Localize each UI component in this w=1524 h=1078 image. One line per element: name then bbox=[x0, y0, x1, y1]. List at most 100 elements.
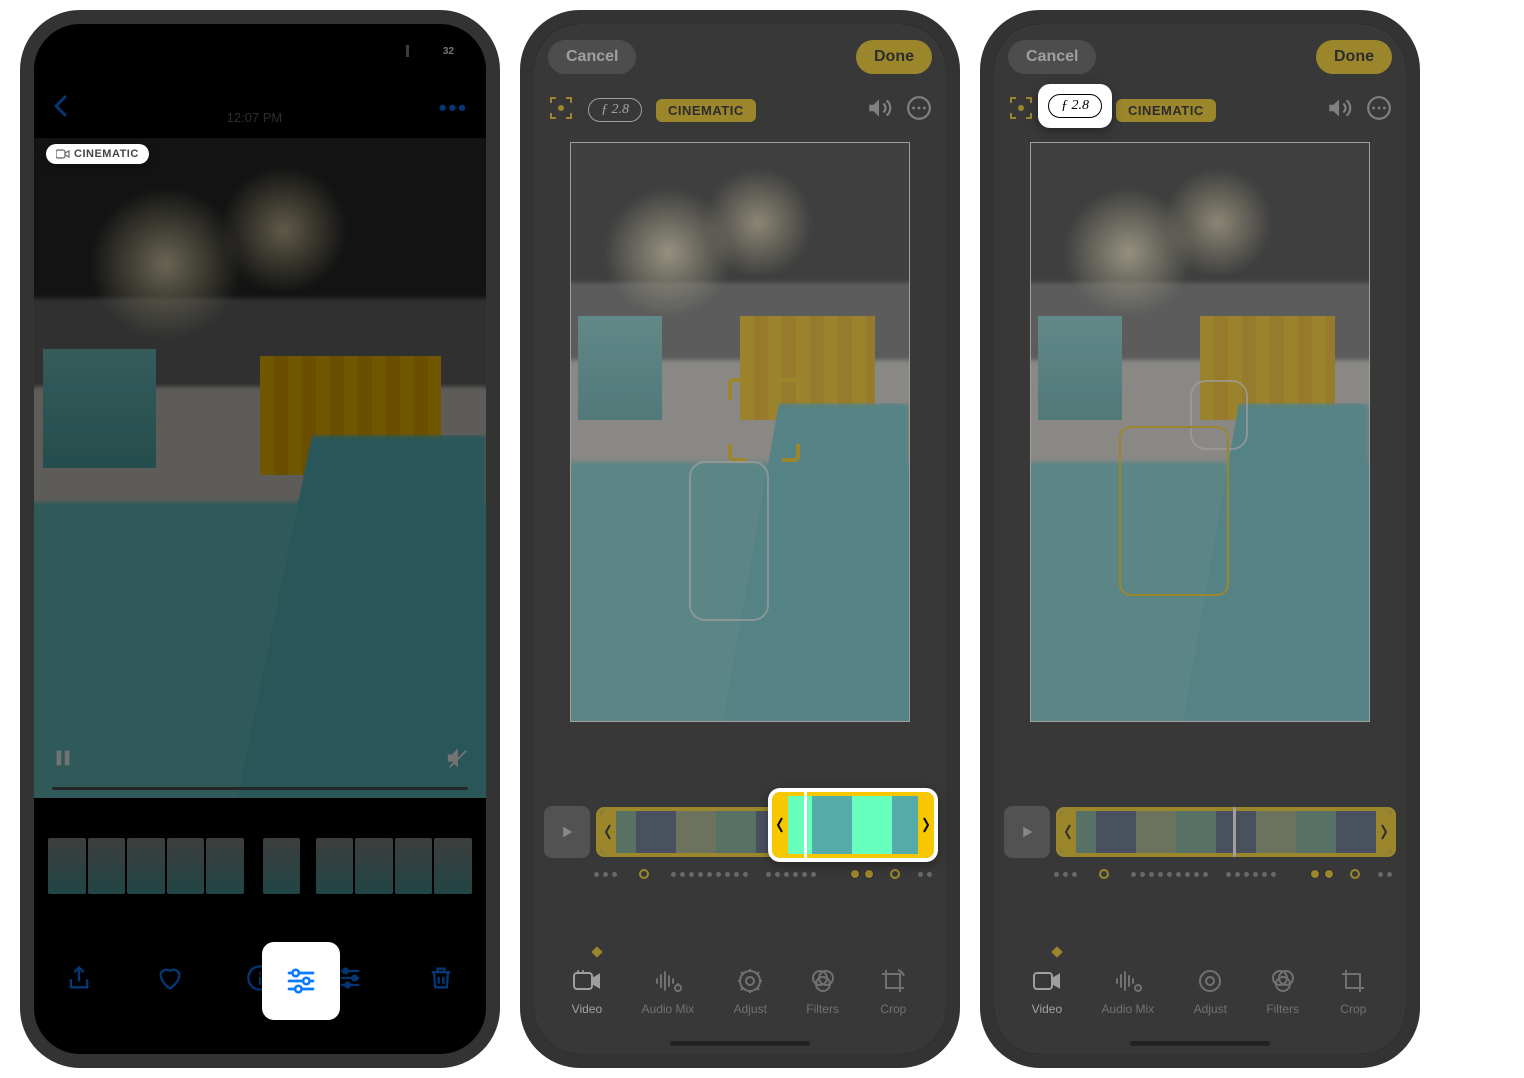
playback-controls bbox=[52, 747, 468, 774]
timeline-strip[interactable] bbox=[1056, 807, 1396, 857]
editor-tools-row: ƒ 2.8 CINEMATIC bbox=[534, 88, 946, 132]
video-icon bbox=[572, 966, 602, 996]
tab-filters[interactable]: Filters bbox=[1266, 966, 1299, 1016]
screenshot-editor-timeline: Cancel Done ƒ 2.8 CINEMATIC bbox=[520, 10, 960, 1068]
preview-media[interactable] bbox=[34, 138, 486, 798]
tab-adjust[interactable]: Adjust bbox=[734, 966, 767, 1016]
tab-video[interactable]: Video bbox=[1032, 966, 1062, 1016]
crop-icon bbox=[1338, 966, 1368, 996]
mode-pill[interactable]: CINEMATIC bbox=[1116, 99, 1216, 122]
preview-frame[interactable] bbox=[1030, 142, 1370, 722]
nav-bar: Today 12:07 PM ••• bbox=[34, 78, 486, 138]
editor-tabs: Video Audio Mix Adjust Filters Crop bbox=[994, 966, 1406, 1016]
tab-video-label: Video bbox=[572, 1002, 602, 1016]
active-tab-indicator bbox=[1052, 946, 1063, 957]
focus-rect-primary[interactable] bbox=[730, 380, 798, 460]
trim-handle-right[interactable] bbox=[1376, 811, 1392, 853]
subtitle-text: 12:07 PM bbox=[227, 111, 283, 125]
status-time: 12:28 bbox=[74, 41, 117, 61]
filters-icon bbox=[808, 966, 838, 996]
pause-button[interactable] bbox=[52, 747, 74, 774]
keyframe-dots bbox=[1054, 864, 1392, 884]
battery-level: 32 bbox=[439, 45, 458, 58]
playhead[interactable] bbox=[1233, 807, 1236, 857]
tab-crop[interactable]: Crop bbox=[878, 966, 908, 1016]
delete-button[interactable] bbox=[421, 958, 461, 998]
cinematic-badge: CINEMATIC bbox=[46, 144, 149, 164]
tab-adjust-label: Adjust bbox=[1194, 1002, 1227, 1016]
done-button[interactable]: Done bbox=[856, 40, 932, 74]
screenshot-editor-fstop: Cancel Done ƒ 2.8 CINEMATIC bbox=[980, 10, 1420, 1068]
mode-pill[interactable]: CINEMATIC bbox=[656, 99, 756, 122]
crop-icon bbox=[878, 966, 908, 996]
fstop-value-highlight: ƒ 2.8 bbox=[1061, 98, 1089, 114]
tab-video[interactable]: Video bbox=[572, 966, 602, 1016]
play-button[interactable] bbox=[1004, 806, 1050, 858]
tab-filters[interactable]: Filters bbox=[806, 966, 839, 1016]
tab-audiomix[interactable]: Audio Mix bbox=[642, 966, 695, 1016]
bottom-toolbar bbox=[34, 938, 486, 1018]
scrubber[interactable] bbox=[52, 787, 468, 790]
highlight-timeline-segment bbox=[768, 788, 938, 862]
home-indicator bbox=[670, 1041, 810, 1046]
timeline bbox=[1004, 806, 1396, 858]
cinematic-badge-text: CINEMATIC bbox=[74, 148, 139, 160]
filters-icon bbox=[1268, 966, 1298, 996]
fstop-value: ƒ 2.8 bbox=[601, 102, 629, 118]
sound-button[interactable] bbox=[1326, 95, 1352, 126]
cancel-button[interactable]: Cancel bbox=[548, 40, 636, 74]
focus-rect-main[interactable] bbox=[1119, 426, 1229, 596]
audio-icon bbox=[653, 966, 683, 996]
home-indicator bbox=[1130, 1041, 1270, 1046]
focus-tracking-icon[interactable] bbox=[548, 95, 574, 126]
status-indicators: 32 bbox=[391, 45, 458, 58]
screenshot-viewer: 12:28 32 Today 12:07 PM ••• bbox=[20, 10, 500, 1068]
trim-frame[interactable] bbox=[1056, 807, 1396, 857]
done-button[interactable]: Done bbox=[1316, 40, 1392, 74]
tab-audiomix-label: Audio Mix bbox=[1102, 1002, 1155, 1016]
edit-sliders-icon bbox=[282, 965, 320, 997]
tab-video-label: Video bbox=[1032, 1002, 1062, 1016]
focus-rect-secondary[interactable] bbox=[689, 461, 769, 621]
play-button[interactable] bbox=[544, 806, 590, 858]
tab-crop-label: Crop bbox=[1340, 1002, 1366, 1016]
nav-title: Today 12:07 PM bbox=[227, 91, 283, 125]
highlight-edit-button bbox=[262, 942, 340, 1020]
home-indicator bbox=[190, 1041, 330, 1046]
status-bar: 12:28 32 bbox=[34, 24, 486, 78]
back-button[interactable] bbox=[52, 94, 70, 123]
tab-audiomix-label: Audio Mix bbox=[642, 1002, 695, 1016]
fstop-pill-highlight: ƒ 2.8 bbox=[1048, 94, 1102, 118]
audio-icon bbox=[1113, 966, 1143, 996]
editor-top-bar: Cancel Done bbox=[994, 34, 1406, 80]
tab-crop[interactable]: Crop bbox=[1338, 966, 1368, 1016]
tab-audiomix[interactable]: Audio Mix bbox=[1102, 966, 1155, 1016]
tab-filters-label: Filters bbox=[1266, 1002, 1299, 1016]
mute-button[interactable] bbox=[446, 747, 468, 774]
favorite-button[interactable] bbox=[150, 958, 190, 998]
focus-tracking-icon[interactable] bbox=[1008, 95, 1034, 126]
more-button[interactable]: ••• bbox=[439, 95, 468, 121]
tab-filters-label: Filters bbox=[806, 1002, 839, 1016]
video-icon bbox=[1032, 966, 1062, 996]
more-options-button[interactable] bbox=[906, 95, 932, 126]
wifi-icon bbox=[415, 45, 433, 57]
fstop-button[interactable]: ƒ 2.8 bbox=[588, 98, 642, 122]
share-button[interactable] bbox=[59, 958, 99, 998]
sound-button[interactable] bbox=[866, 95, 892, 126]
adjust-icon bbox=[735, 966, 765, 996]
editor-top-bar: Cancel Done bbox=[534, 34, 946, 80]
thumbnail-strip[interactable] bbox=[48, 838, 472, 894]
adjust-icon bbox=[1195, 966, 1225, 996]
cellular-icon bbox=[391, 45, 409, 57]
editor-tabs: Video Audio Mix Adjust Filters Crop bbox=[534, 966, 946, 1016]
preview-frame[interactable] bbox=[570, 142, 910, 722]
tab-adjust[interactable]: Adjust bbox=[1194, 966, 1227, 1016]
cancel-button[interactable]: Cancel bbox=[1008, 40, 1096, 74]
trim-handle-left[interactable] bbox=[1060, 811, 1076, 853]
more-options-button[interactable] bbox=[1366, 95, 1392, 126]
tab-adjust-label: Adjust bbox=[734, 1002, 767, 1016]
highlight-fstop: ƒ 2.8 bbox=[1038, 84, 1112, 128]
trim-handle-left[interactable] bbox=[600, 811, 616, 853]
keyframe-dots bbox=[594, 864, 932, 884]
